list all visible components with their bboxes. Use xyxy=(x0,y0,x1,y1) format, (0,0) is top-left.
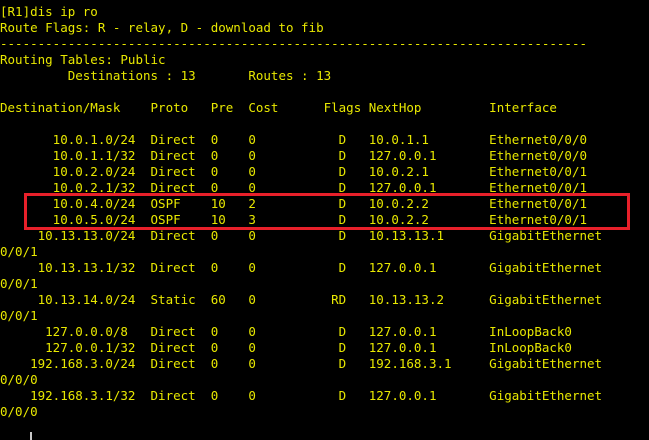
routing-tables-label: Routing Tables: Public xyxy=(0,52,166,67)
table-row: 192.168.3.1/32 Direct 0 0 D 127.0.0.1 Gi… xyxy=(0,388,603,403)
table-row: 10.0.2.0/24 Direct 0 0 D 10.0.2.1 Ethern… xyxy=(0,164,587,179)
ospf-routes-highlight xyxy=(24,193,630,230)
table-row-wrap: 0/0/1 xyxy=(0,244,38,259)
command-line: [R1]dis ip ro xyxy=(0,4,98,19)
table-row: 10.0.1.0/24 Direct 0 0 D 10.0.1.1 Ethern… xyxy=(0,132,587,147)
terminal-window[interactable]: [R1]dis ip ro Route Flags: R - relay, D … xyxy=(0,0,649,440)
table-row-wrap: 0/0/1 xyxy=(0,276,38,291)
text-cursor xyxy=(30,432,32,440)
table-row: 10.13.13.1/32 Direct 0 0 D 127.0.0.1 Gig… xyxy=(0,260,603,275)
table-row: 127.0.0.0/8 Direct 0 0 D 127.0.0.1 InLoo… xyxy=(0,324,572,339)
destinations-routes-count: Destinations : 13 Routes : 13 xyxy=(0,68,332,83)
table-row: 192.168.3.0/24 Direct 0 0 D 192.168.3.1 … xyxy=(0,356,603,371)
table-row: 10.0.1.1/32 Direct 0 0 D 127.0.0.1 Ether… xyxy=(0,148,587,163)
table-row: 127.0.0.1/32 Direct 0 0 D 127.0.0.1 InLo… xyxy=(0,340,572,355)
table-row-wrap: 0/0/0 xyxy=(0,372,38,387)
table-row: 10.13.13.0/24 Direct 0 0 D 10.13.13.1 Gi… xyxy=(0,228,603,243)
table-row-wrap: 0/0/0 xyxy=(0,404,38,419)
route-flags-legend: Route Flags: R - relay, D - download to … xyxy=(0,20,324,35)
table-row-wrap: 0/0/1 xyxy=(0,308,38,323)
separator-line: ----------------------------------------… xyxy=(0,36,587,51)
table-header: Destination/Mask Proto Pre Cost Flags Ne… xyxy=(0,100,557,115)
table-row: 10.13.14.0/24 Static 60 0 RD 10.13.13.2 … xyxy=(0,292,603,307)
